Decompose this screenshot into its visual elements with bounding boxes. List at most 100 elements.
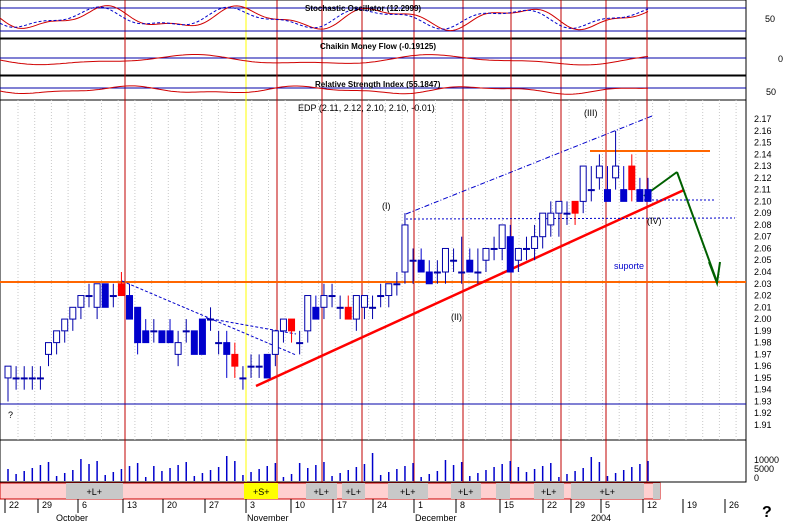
candle-body — [385, 283, 393, 297]
candle-body — [603, 189, 611, 202]
candle-body — [369, 306, 377, 309]
candle-body — [134, 306, 142, 344]
candle-body — [320, 295, 328, 308]
date-tick: 29 — [575, 500, 585, 510]
signal-label: +L+ — [346, 487, 362, 497]
candle-body — [474, 271, 482, 274]
candle — [117, 272, 125, 297]
candle — [620, 166, 628, 202]
chaikin-label: Chaikin Money Flow (-0.19125) — [320, 42, 436, 51]
candle — [336, 295, 344, 320]
candle-body — [198, 318, 206, 355]
price-tick: 2.09 — [754, 208, 772, 218]
candle — [401, 213, 409, 284]
candle-body — [466, 259, 474, 273]
price-tick: 1.99 — [754, 326, 772, 336]
candle — [312, 295, 320, 320]
rsi-label: Relative Strength Index (55.1847) — [315, 80, 441, 89]
candle-body — [482, 247, 490, 261]
wave-label-2: (II) — [451, 312, 462, 322]
candle — [506, 224, 514, 273]
date-tick: 24 — [377, 500, 387, 510]
candle-body — [53, 330, 61, 344]
candle-body — [215, 342, 223, 345]
frames — [0, 0, 747, 483]
price-tick: 2.12 — [754, 173, 772, 183]
candle — [393, 272, 401, 296]
signal-label: +L+ — [87, 487, 103, 497]
candle — [215, 330, 223, 355]
chart-title: EDP (2.11, 2.12, 2.10, 2.10, -0.01) — [298, 103, 435, 113]
price-tick: 2.15 — [754, 138, 772, 148]
candle — [636, 177, 644, 202]
date-tick: 27 — [209, 500, 219, 510]
wave-label-3: (III) — [584, 108, 598, 118]
candle-body — [409, 259, 417, 262]
candle-body — [612, 165, 620, 179]
candle-body — [563, 212, 571, 215]
candles — [4, 130, 652, 402]
low-marker: ? — [8, 410, 13, 420]
candle — [474, 248, 482, 284]
candle-body — [101, 283, 109, 308]
price-tick: 2.10 — [754, 196, 772, 206]
candle-body — [142, 330, 150, 344]
candle-body — [312, 306, 320, 320]
candle-body — [531, 236, 539, 249]
candle-body — [174, 342, 182, 355]
candle-body — [117, 283, 125, 297]
month-label: October — [56, 513, 88, 523]
price-tick: 1.96 — [754, 361, 772, 371]
candle-body — [304, 295, 312, 332]
candle-body — [190, 330, 198, 355]
signal-label: +L+ — [400, 487, 416, 497]
signal-label: +S+ — [253, 487, 270, 497]
corner-mark: ? — [762, 504, 772, 521]
candle — [101, 283, 109, 308]
candle-body — [158, 330, 166, 344]
candle — [69, 306, 77, 331]
candle-body — [433, 271, 441, 274]
candle — [482, 247, 490, 272]
candle-body — [417, 259, 425, 273]
candle-body — [207, 318, 215, 321]
candle — [198, 318, 206, 355]
candle-body — [458, 271, 466, 274]
date-tick: 22 — [9, 500, 19, 510]
candle — [4, 365, 12, 402]
candle-body — [271, 330, 279, 355]
candle — [182, 319, 190, 343]
wave-label-4: (IV) — [647, 216, 662, 226]
candle-body — [571, 200, 579, 214]
candle — [279, 318, 287, 343]
month-label: December — [415, 513, 457, 523]
candle — [644, 177, 652, 202]
candle-body — [247, 365, 255, 368]
chaikin-axis-label: 0 — [778, 54, 783, 64]
candle — [77, 295, 85, 320]
candle-body — [126, 295, 134, 320]
stochastic-label: Stochastic Oscillator (12.2999) — [305, 4, 421, 13]
candle — [45, 342, 53, 367]
candle-body — [239, 377, 247, 380]
candle-body — [579, 165, 587, 202]
candle — [490, 236, 498, 261]
signal-label: +L+ — [600, 487, 616, 497]
date-tick: 5 — [605, 500, 610, 510]
candle — [409, 248, 417, 284]
rsi-axis-label: 50 — [766, 87, 776, 97]
date-tick: 6 — [82, 500, 87, 510]
price-tick: 2.00 — [754, 314, 772, 324]
support-label: suporte — [614, 261, 644, 271]
candle-body — [166, 330, 174, 344]
candle — [514, 247, 522, 272]
candle-body — [352, 295, 360, 320]
candle-body — [223, 342, 231, 355]
candle-body — [150, 330, 158, 333]
price-tick: 2.05 — [754, 255, 772, 265]
candle — [247, 354, 255, 378]
wave-label-1: (I) — [382, 201, 391, 211]
candle — [158, 330, 166, 344]
date-tick: 15 — [504, 500, 514, 510]
volume-tick-0: 0 — [754, 473, 759, 483]
